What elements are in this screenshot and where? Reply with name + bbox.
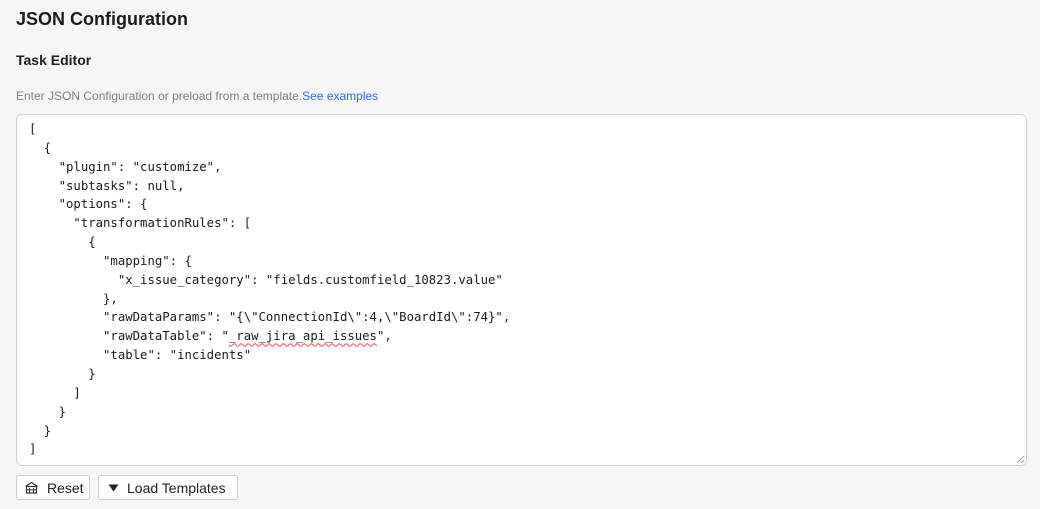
editor-line: } [29,423,52,438]
section-title: Task Editor [16,52,92,68]
load-templates-button[interactable]: Load Templates [98,475,238,500]
load-templates-button-label: Load Templates [127,479,226,496]
editor-line: }, [29,291,118,306]
json-configuration-page: JSON Configuration Task Editor Enter JSO… [0,0,1040,509]
reset-button[interactable]: Reset [16,475,90,500]
editor-line: "subtasks": null, [29,178,185,193]
editor-line: "rawDataTable": "_raw_jira_api_issues", [29,329,392,344]
editor-line: [ [29,122,37,136]
editor-line: { [29,140,52,155]
see-examples-link[interactable]: See examples [302,89,378,103]
editor-line: "rawDataParams": "{\"ConnectionId\":4,\"… [29,310,511,325]
editor-hint: Enter JSON Configuration or preload from… [16,88,378,104]
spellcheck-underline: _raw_jira_api_issues [228,329,377,344]
editor-line: "x_issue_category": "fields.customfield_… [29,272,503,287]
json-editor[interactable]: [ { "plugin": "customize", "subtasks": n… [16,114,1027,466]
json-editor-content[interactable]: [ { "plugin": "customize", "subtasks": n… [17,115,1026,459]
editor-line: "transformationRules": [ [29,216,252,231]
editor-line: ] [29,385,81,400]
hint-text: Enter JSON Configuration or preload from… [16,89,303,103]
editor-line: } [29,366,96,381]
editor-line: } [29,404,67,419]
reset-icon [24,481,39,494]
caret-down-icon [108,484,119,492]
reset-button-label: Reset [47,479,84,496]
editor-line: "mapping": { [29,253,192,268]
editor-line: ] [29,442,37,457]
editor-line: "options": { [29,197,148,212]
resize-handle-icon[interactable] [1016,455,1024,463]
editor-line: { [29,235,96,250]
page-title: JSON Configuration [16,9,188,29]
editor-line: "table": "incidents" [29,348,252,363]
editor-line: "plugin": "customize", [29,159,222,174]
